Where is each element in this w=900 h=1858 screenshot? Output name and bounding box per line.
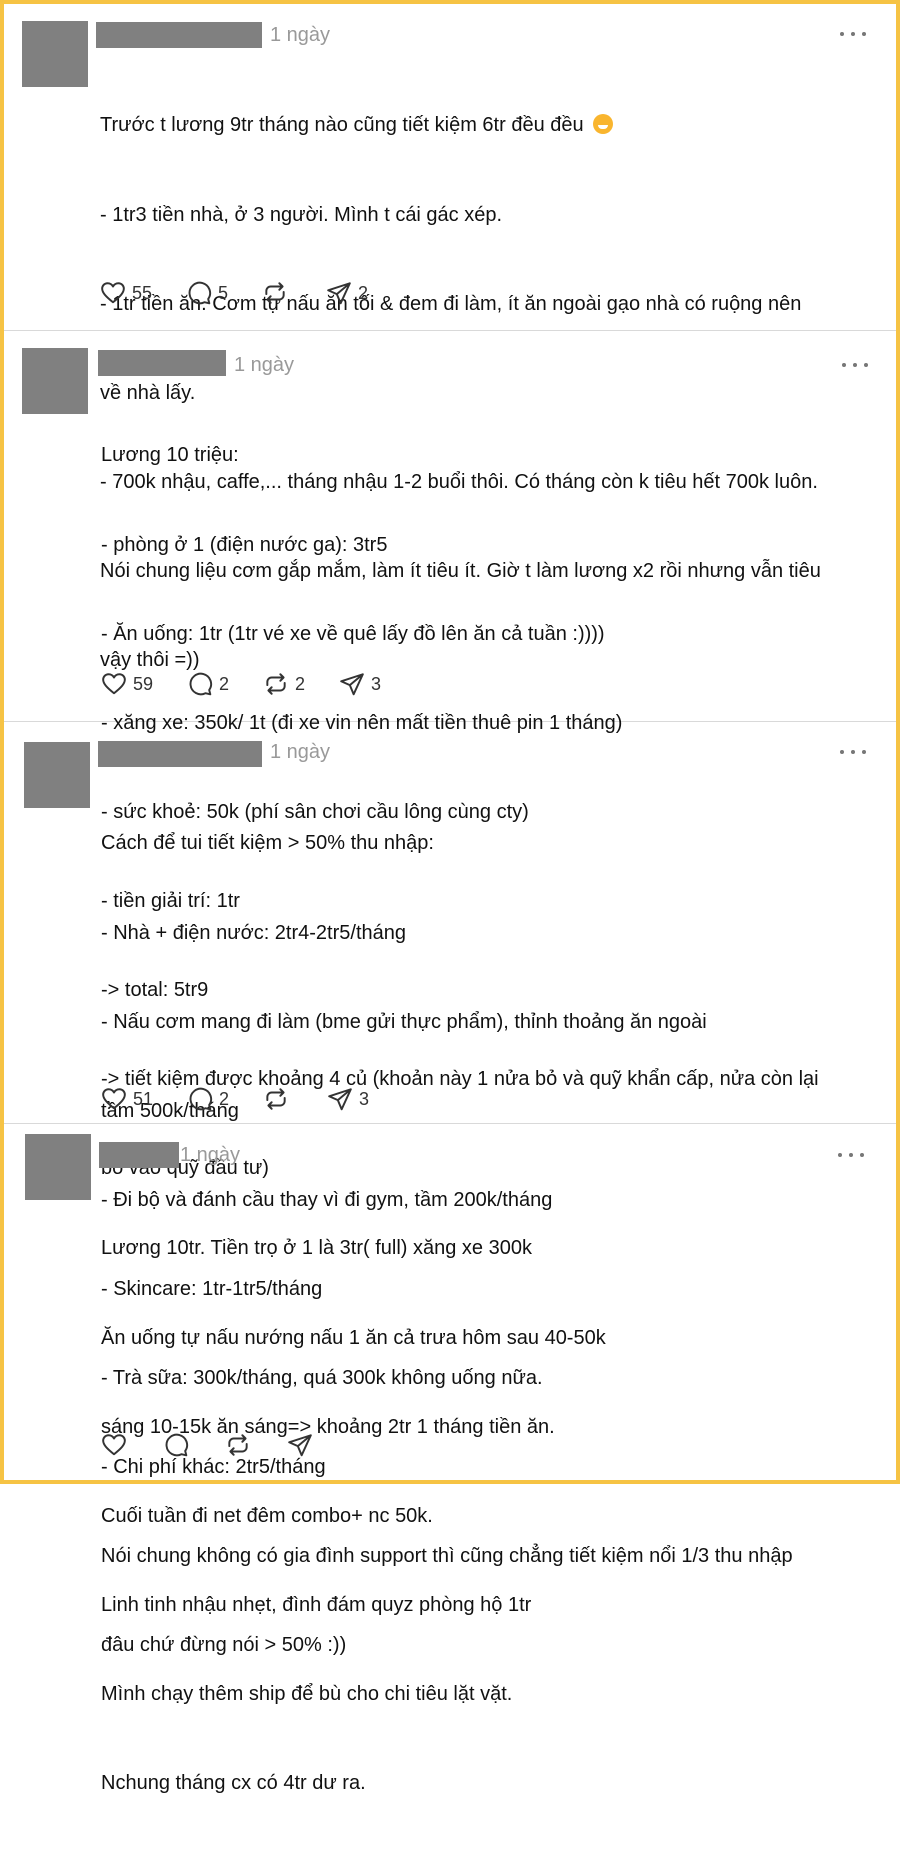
username-redacted[interactable] [96, 22, 262, 48]
post-text-line: Ăn uống tự nấu nướng nấu 1 ăn cả trưa hô… [101, 1326, 606, 1349]
reply-count: 2 [219, 1088, 230, 1109]
post-text: Lương 10tr. Tiền trọ ở 1 là 3tr( full) x… [101, 1175, 606, 1858]
share-button[interactable] [287, 1430, 319, 1460]
like-button[interactable] [101, 1430, 163, 1460]
send-icon [327, 282, 351, 305]
like-button[interactable]: 51 [101, 1084, 187, 1114]
username-redacted[interactable] [98, 350, 226, 376]
post-text-line: Lương 10tr. Tiền trọ ở 1 là 3tr( full) x… [101, 1237, 532, 1260]
more-options-icon[interactable] [842, 358, 868, 372]
username-redacted[interactable] [99, 1142, 179, 1168]
post-time: 1 ngày [270, 24, 331, 46]
heart-icon [102, 673, 126, 695]
repost-icon [266, 673, 286, 695]
post: 1 ngày Lương 10tr. Tiền trọ ở 1 là 3tr( … [4, 1124, 896, 1794]
post-text-line: - Nấu cơm mang đi làm (bme gửi thực phẩm… [101, 1010, 707, 1033]
grinning-sweat-emoji-icon [593, 114, 614, 135]
post-text-line: Trước t lương 9tr tháng nào cũng tiết ki… [100, 114, 584, 137]
heart-icon [102, 1434, 126, 1456]
share-button[interactable]: 3 [327, 1084, 369, 1114]
reply-count: 5 [218, 282, 229, 303]
repost-icon [266, 1088, 286, 1110]
post-text-line: - 1tr3 tiền nhà, ở 3 người. Mình t cái g… [100, 203, 503, 226]
send-icon [288, 1434, 312, 1457]
post-text-line: - Nhà + điện nước: 2tr4-2tr5/tháng [101, 921, 406, 944]
comment-icon [188, 281, 212, 305]
heart-icon [101, 282, 125, 304]
avatar[interactable] [22, 21, 88, 87]
post-text-line: - phòng ở 1 (điện nước ga): 3tr5 [101, 533, 388, 556]
post-actions: 55 5 2 [100, 278, 368, 308]
share-count: 2 [358, 282, 369, 303]
post-time: 1 ngày [234, 354, 295, 376]
like-count: 51 [133, 1088, 154, 1109]
avatar[interactable] [25, 1134, 91, 1200]
share-button[interactable]: 2 [326, 278, 368, 308]
like-count: 55 [132, 282, 153, 303]
comment-icon [189, 672, 213, 696]
post-time: 1 ngày [270, 741, 331, 763]
repost-count: 2 [295, 673, 306, 694]
repost-icon [228, 1434, 248, 1456]
repost-icon [265, 282, 285, 304]
post: 1 ngày Cách để tui tiết kiệm > 50% thu n… [4, 722, 896, 1656]
heart-icon [102, 1088, 126, 1110]
post-time: 1 ngày [180, 1144, 241, 1166]
share-count: 3 [359, 1088, 370, 1109]
reply-button[interactable]: 2 [187, 1084, 263, 1114]
username-redacted[interactable] [98, 741, 262, 767]
reply-button[interactable] [163, 1430, 225, 1460]
post-text-line: Cuối tuần đi net đêm combo+ nc 50k. [101, 1504, 433, 1527]
like-button[interactable]: 59 [101, 669, 187, 699]
post-actions: 59 2 2 3 [101, 669, 381, 699]
post-text-line: Mình chạy thêm ship để bù cho chi tiêu l… [101, 1682, 513, 1705]
reply-button[interactable]: 5 [186, 278, 262, 308]
post-actions [101, 1430, 319, 1460]
post-actions: 51 2 3 [101, 1084, 369, 1114]
post-text-line: Lương 10 triệu: [101, 444, 239, 467]
share-count: 3 [371, 673, 382, 694]
post-text-line: Linh tinh nhậu nhẹt, đình đám quyz phòng… [101, 1593, 532, 1616]
avatar[interactable] [22, 348, 88, 414]
repost-button[interactable]: 2 [263, 669, 339, 699]
more-options-icon[interactable] [840, 27, 866, 41]
comment-icon [189, 1087, 213, 1111]
post-text-line: Cách để tui tiết kiệm > 50% thu nhập: [101, 832, 434, 855]
share-button[interactable]: 3 [339, 669, 381, 699]
more-options-icon[interactable] [840, 745, 866, 759]
comment-icon [165, 1433, 189, 1457]
repost-button[interactable] [225, 1430, 287, 1460]
reply-count: 2 [219, 673, 230, 694]
send-icon [340, 673, 364, 696]
more-options-icon[interactable] [838, 1148, 864, 1162]
post-text-line: - Ăn uống: 1tr (1tr vé xe về quê lấy đồ … [101, 622, 605, 645]
avatar[interactable] [24, 742, 90, 808]
repost-button[interactable] [262, 278, 326, 308]
reply-button[interactable]: 2 [187, 669, 263, 699]
post: 1 ngày Lương 10 triệu: - phòng ở 1 (điện… [4, 331, 896, 1179]
post-text-line: Nchung tháng cx có 4tr dư ra. [101, 1772, 366, 1795]
like-count: 59 [133, 673, 154, 694]
repost-button[interactable] [263, 1084, 327, 1114]
like-button[interactable]: 55 [100, 278, 186, 308]
send-icon [328, 1088, 352, 1111]
post: 1 ngày Trước t lương 9tr tháng nào cũng … [4, 4, 896, 671]
